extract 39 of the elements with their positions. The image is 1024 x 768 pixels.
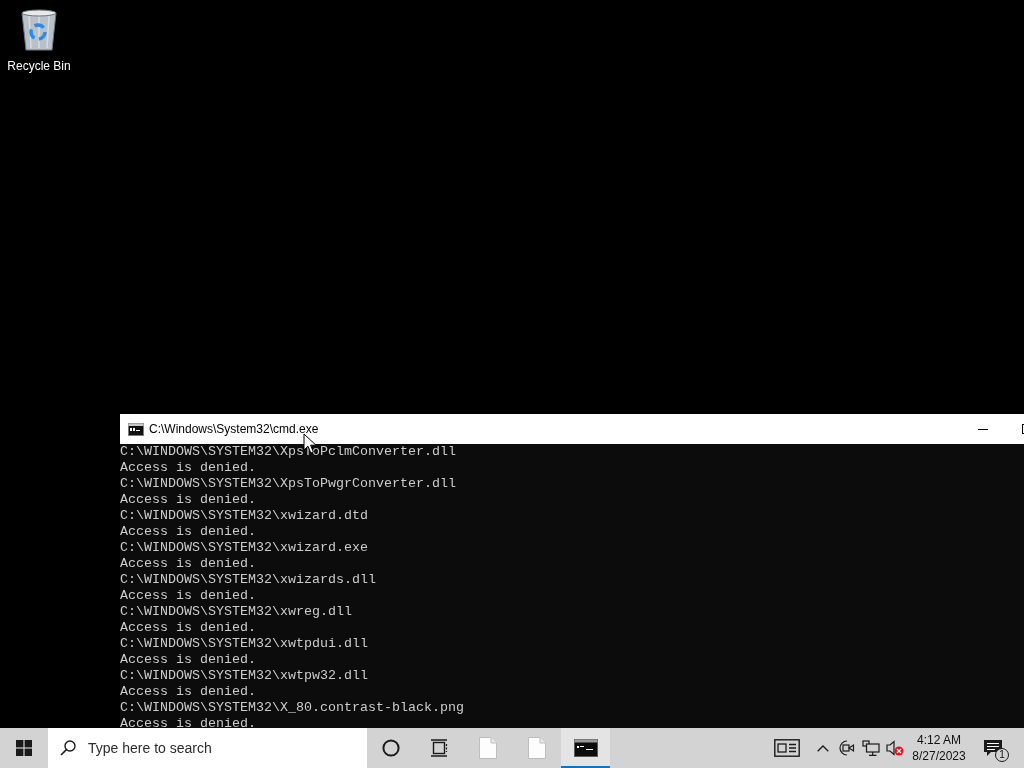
console-line: C:\WINDOWS\SYSTEM32\xwtpdui.dll	[120, 636, 368, 652]
windows-logo-icon	[16, 740, 32, 756]
clock-button[interactable]: 4:12 AM 8/27/2023	[907, 728, 971, 768]
circle-icon	[382, 739, 400, 757]
console-line: Access is denied.	[120, 524, 256, 540]
search-icon	[60, 740, 76, 756]
console-line: Access is denied.	[120, 716, 256, 728]
console-line: Access is denied.	[120, 684, 256, 700]
speech-bubble-icon	[983, 739, 1003, 757]
news-icon	[774, 739, 800, 757]
console-line: Access is denied.	[120, 620, 256, 636]
console-line: C:\WINDOWS\SYSTEM32\xwizards.dll	[120, 572, 376, 588]
console-icon	[573, 739, 598, 757]
file-icon	[527, 737, 546, 759]
desktop-icon-label[interactable]: Recycle Bin	[7, 59, 71, 74]
console-line: C:\WINDOWS\SYSTEM32\xwizard.exe	[120, 540, 368, 556]
file-icon	[478, 737, 497, 759]
taskbar-app-button[interactable]	[561, 728, 610, 768]
console-line: C:\WINDOWS\SYSTEM32\xwreg.dll	[120, 604, 352, 620]
console-line: Access is denied.	[120, 652, 256, 668]
minimize-icon	[978, 428, 988, 430]
console-line: Access is denied.	[120, 460, 256, 476]
chevron-up-icon	[817, 744, 829, 752]
console-line: Access is denied.	[120, 492, 256, 508]
notification-count-badge: 1	[995, 748, 1009, 762]
task-view-icon	[430, 739, 448, 757]
console-line: C:\WINDOWS\SYSTEM32\XpsToPwgrConverter.dll	[120, 476, 456, 492]
console-line: Access is denied.	[120, 556, 256, 572]
network-monitor-icon	[862, 740, 880, 756]
search-field[interactable]: Type here to search	[48, 728, 367, 768]
notification-button[interactable]: 1	[971, 728, 1015, 768]
console-line: Access is denied.	[120, 588, 256, 604]
console-line: C:\WINDOWS\SYSTEM32\XpsToPclmConverter.dll	[120, 444, 456, 460]
console-line: C:\WINDOWS\SYSTEM32\xwizard.dtd	[120, 508, 368, 524]
console-icon	[128, 422, 144, 436]
window-title: C:\Windows\System32\cmd.exe	[149, 422, 320, 436]
console-line: C:\WINDOWS\SYSTEM32\xwtpw32.dll	[120, 668, 368, 684]
video-camera-icon	[839, 740, 855, 756]
console-line: C:\WINDOWS\SYSTEM32\X_80.contrast-black.png	[120, 700, 464, 716]
